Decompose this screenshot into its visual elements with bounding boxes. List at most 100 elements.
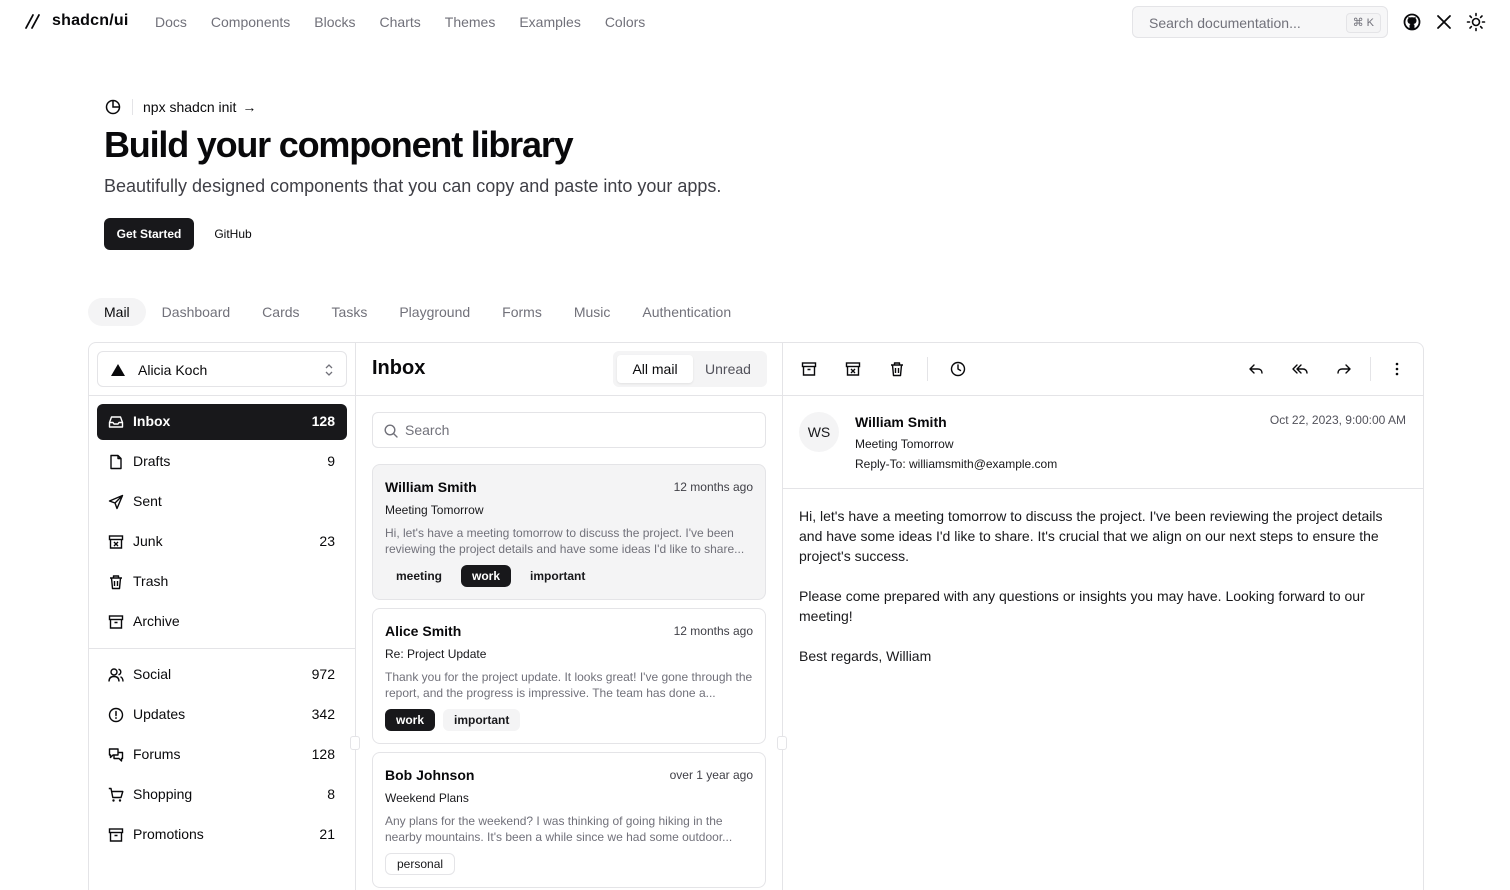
page-subtitle: Beautifully designed components that you… bbox=[104, 176, 722, 196]
archive-icon bbox=[108, 615, 124, 629]
sidebar-item-count: 8 bbox=[327, 786, 335, 802]
inbox-icon bbox=[108, 416, 124, 428]
get-started-button[interactable]: Get Started bbox=[104, 218, 194, 250]
reply-all-icon[interactable] bbox=[1292, 361, 1308, 377]
sidebar-item-inbox[interactable]: Inbox 128 bbox=[97, 404, 347, 440]
mail-filter-tabs: All mail Unread bbox=[613, 351, 767, 387]
tag-badge: important bbox=[443, 709, 521, 731]
tab-cards[interactable]: Cards bbox=[246, 298, 315, 326]
sidebar-item-count: 128 bbox=[311, 413, 335, 429]
tab-mail[interactable]: Mail bbox=[88, 298, 146, 326]
pie-chart-icon bbox=[105, 99, 121, 115]
sidebar-item-sent[interactable]: Sent bbox=[97, 484, 347, 520]
sidebar-item-trash[interactable]: Trash bbox=[97, 564, 347, 600]
reply-icon[interactable] bbox=[1248, 361, 1264, 377]
top-navigation: shadcn/ui Docs Components Blocks Charts … bbox=[0, 0, 1510, 44]
sidebar-item-label: Sent bbox=[133, 493, 162, 509]
cart-icon bbox=[108, 787, 124, 802]
list-header-divider bbox=[356, 395, 782, 396]
clock-icon[interactable] bbox=[950, 361, 966, 377]
tag-badge: work bbox=[461, 565, 512, 587]
sidebar-item-label: Archive bbox=[133, 613, 180, 629]
toolbar-divider bbox=[1370, 357, 1371, 381]
sidebar-item-count: 9 bbox=[327, 453, 335, 469]
trash-icon[interactable] bbox=[889, 361, 905, 377]
sidebar-item-forums[interactable]: Forums 128 bbox=[97, 737, 347, 773]
sidebar-item-label: Promotions bbox=[133, 826, 204, 842]
forward-icon[interactable] bbox=[1336, 361, 1352, 377]
reader-sender: William Smith bbox=[855, 414, 947, 430]
sidebar-item-count: 342 bbox=[311, 706, 335, 722]
mail-list-item[interactable]: Alice Smith 12 months ago Re: Project Up… bbox=[372, 608, 766, 744]
sidebar-item-label: Trash bbox=[133, 573, 169, 589]
reader-header-divider bbox=[783, 488, 1423, 489]
sidebar-item-drafts[interactable]: Drafts 9 bbox=[97, 444, 347, 480]
users-icon bbox=[108, 668, 124, 682]
mail-sender: Alice Smith bbox=[385, 623, 462, 639]
announcement-link[interactable]: npx shadcn init → bbox=[104, 98, 256, 116]
nav-link-docs[interactable]: Docs bbox=[155, 14, 187, 30]
mail-subject: Weekend Plans bbox=[385, 791, 469, 805]
tab-dashboard[interactable]: Dashboard bbox=[146, 298, 247, 326]
tab-all-mail[interactable]: All mail bbox=[617, 355, 693, 383]
nav-link-charts[interactable]: Charts bbox=[380, 14, 421, 30]
sidebar-item-count: 972 bbox=[311, 666, 335, 682]
sidebar-item-promotions[interactable]: Promotions 21 bbox=[97, 817, 347, 853]
mail-time: 12 months ago bbox=[673, 480, 753, 494]
tab-tasks[interactable]: Tasks bbox=[316, 298, 384, 326]
sidebar-item-updates[interactable]: Updates 342 bbox=[97, 697, 347, 733]
tab-unread[interactable]: Unread bbox=[693, 355, 763, 383]
sidebar-item-label: Junk bbox=[133, 533, 163, 549]
tab-forms[interactable]: Forms bbox=[486, 298, 558, 326]
mail-list-item[interactable]: William Smith 12 months ago Meeting Tomo… bbox=[372, 464, 766, 600]
github-button[interactable]: GitHub bbox=[204, 218, 262, 250]
site-logo[interactable]: shadcn/ui bbox=[22, 11, 128, 31]
inbox-heading: Inbox bbox=[372, 357, 426, 379]
search-icon bbox=[384, 424, 398, 438]
github-icon[interactable] bbox=[1402, 12, 1422, 32]
sun-theme-icon[interactable] bbox=[1466, 12, 1486, 32]
nav-link-components[interactable]: Components bbox=[211, 14, 290, 30]
mail-search-input[interactable]: Search bbox=[372, 412, 766, 448]
tag-badge: personal bbox=[385, 853, 456, 875]
sidebar-item-social[interactable]: Social 972 bbox=[97, 657, 347, 693]
sidebar-item-label: Drafts bbox=[133, 453, 171, 469]
docs-search-input[interactable]: Search documentation... ⌘ K bbox=[1132, 6, 1388, 38]
nav-link-examples[interactable]: Examples bbox=[519, 14, 580, 30]
tag-badge: meeting bbox=[385, 565, 454, 587]
file-icon bbox=[110, 454, 122, 470]
resize-handle-right[interactable] bbox=[777, 736, 787, 750]
trash-icon bbox=[110, 575, 122, 590]
tab-authentication[interactable]: Authentication bbox=[626, 298, 747, 326]
reader-paragraph: Best regards, William bbox=[799, 648, 932, 664]
sidebar-item-archive[interactable]: Archive bbox=[97, 604, 347, 640]
nav-link-blocks[interactable]: Blocks bbox=[314, 14, 355, 30]
nav-link-colors[interactable]: Colors bbox=[605, 14, 645, 30]
resize-handle-left[interactable] bbox=[350, 736, 360, 750]
sidebar-divider bbox=[355, 343, 356, 890]
chevrons-up-down-icon bbox=[325, 364, 333, 376]
sidebar-item-junk[interactable]: Junk 23 bbox=[97, 524, 347, 560]
mail-sender: William Smith bbox=[385, 479, 477, 495]
more-vertical-icon[interactable] bbox=[1389, 361, 1405, 377]
tab-music[interactable]: Music bbox=[558, 298, 627, 326]
triangle-logo-icon bbox=[111, 364, 125, 376]
sidebar-top-divider bbox=[89, 395, 355, 396]
tab-playground[interactable]: Playground bbox=[383, 298, 486, 326]
account-switcher[interactable]: Alicia Koch bbox=[97, 351, 347, 387]
mail-time: 12 months ago bbox=[673, 624, 753, 638]
search-shortcut: ⌘ K bbox=[1345, 13, 1381, 33]
mail-list-item[interactable]: Bob Johnson over 1 year ago Weekend Plan… bbox=[372, 752, 766, 888]
mail-snippet: Any plans for the weekend? I was thinkin… bbox=[385, 814, 733, 844]
reader-date: Oct 22, 2023, 9:00:00 AM bbox=[1269, 413, 1406, 427]
sidebar-item-shopping[interactable]: Shopping 8 bbox=[97, 777, 347, 813]
archive-x-icon[interactable] bbox=[845, 361, 861, 377]
mail-sender: Bob Johnson bbox=[385, 767, 475, 783]
arrow-right-icon: → bbox=[242, 99, 257, 115]
send-icon bbox=[108, 494, 124, 510]
nav-link-themes[interactable]: Themes bbox=[445, 14, 496, 30]
archive-icon[interactable] bbox=[801, 361, 817, 377]
reader-reply-to: Reply-To: williamsmith@example.com bbox=[855, 457, 1058, 471]
x-twitter-icon[interactable] bbox=[1434, 12, 1454, 32]
tag-badge: work bbox=[385, 709, 436, 731]
